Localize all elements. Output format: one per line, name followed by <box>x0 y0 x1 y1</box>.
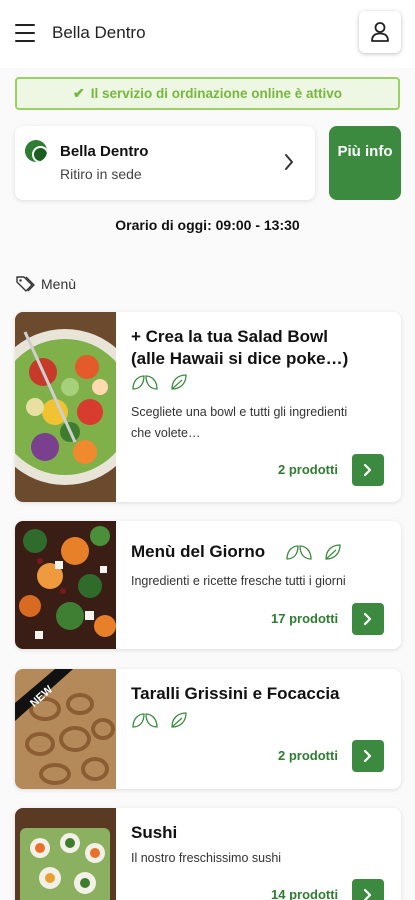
info-icon <box>38 166 61 189</box>
open-category-button[interactable] <box>352 740 384 772</box>
ordering-active-banner: ✔ Il servizio di ordinazione online è at… <box>15 77 400 110</box>
category-title: Menù del Giorno <box>131 542 266 561</box>
menu-heading-label: Menù <box>41 276 77 292</box>
store-logo <box>25 140 47 162</box>
vegetarian-icon <box>325 544 341 560</box>
chevron-right-icon <box>363 749 372 763</box>
menu-heading: Menù <box>15 275 76 293</box>
vegan-icon <box>132 713 158 728</box>
open-category-button[interactable] <box>352 879 384 900</box>
open-category-button[interactable] <box>352 454 384 486</box>
store-pickup-mode: Ritiro in sede <box>60 166 142 182</box>
chevron-right-icon <box>363 612 372 626</box>
category-card-menu-del-giorno[interactable]: Menù del Giorno Ingredienti e ricette fr… <box>15 521 401 649</box>
banner-text: Il servizio di ordinazione online è atti… <box>90 86 343 101</box>
open-category-button[interactable] <box>352 603 384 635</box>
salad-bowl-image <box>15 312 116 502</box>
diet-icons <box>131 711 189 729</box>
chevron-right-icon <box>363 888 372 900</box>
category-description: Ingredienti e ricette fresche tutti i gi… <box>131 574 346 588</box>
category-description: Scegliete una bowl e tutti gli ingredien… <box>131 405 348 440</box>
taralli-image: NEW <box>15 669 116 789</box>
tag-icon <box>16 276 35 292</box>
category-card-taralli[interactable]: NEW Taralli Grissini e Focaccia 2 prodot… <box>15 669 401 789</box>
store-name: Bella Dentro <box>60 143 149 160</box>
product-count: 17 prodotti <box>271 611 339 626</box>
category-card-salad-bowl[interactable]: + Crea la tua Salad Bowl (alle Hawaii si… <box>15 312 401 502</box>
category-title: Taralli Grissini e Focaccia <box>131 684 340 703</box>
user-account-button[interactable] <box>359 11 401 53</box>
vegetarian-icon <box>171 374 187 390</box>
category-title: + Crea la tua Salad Bowl (alle Hawaii si… <box>131 327 349 368</box>
diet-icons <box>131 373 189 391</box>
app-title: Bella Dentro <box>52 23 146 42</box>
hamburger-icon[interactable] <box>15 24 35 42</box>
sushi-image <box>15 808 116 900</box>
vegetarian-icon <box>171 712 187 728</box>
vegan-icon <box>132 375 158 390</box>
vegan-icon <box>286 545 312 560</box>
more-info-button[interactable]: Più info <box>329 126 401 200</box>
app-header: Bella Dentro <box>0 0 415 68</box>
category-title: Sushi <box>131 823 178 842</box>
product-count: 2 prodotti <box>278 748 338 763</box>
category-card-sushi[interactable]: Sushi Il nostro freschissimo sushi 14 pr… <box>15 808 401 900</box>
menu-del-giorno-image <box>15 521 116 649</box>
product-count: 2 prodotti <box>278 462 338 477</box>
category-description: Il nostro freschissimo sushi <box>131 851 282 865</box>
diet-icons <box>285 543 343 561</box>
check-icon: ✔ <box>72 85 85 101</box>
opening-hours: Orario di oggi: 09:00 - 13:30 <box>115 217 300 233</box>
product-count: 14 prodotti <box>271 887 339 900</box>
more-info-label: Più info <box>337 143 393 160</box>
chevron-right-icon <box>285 154 293 170</box>
user-icon <box>371 22 389 42</box>
chevron-right-icon <box>363 463 372 477</box>
